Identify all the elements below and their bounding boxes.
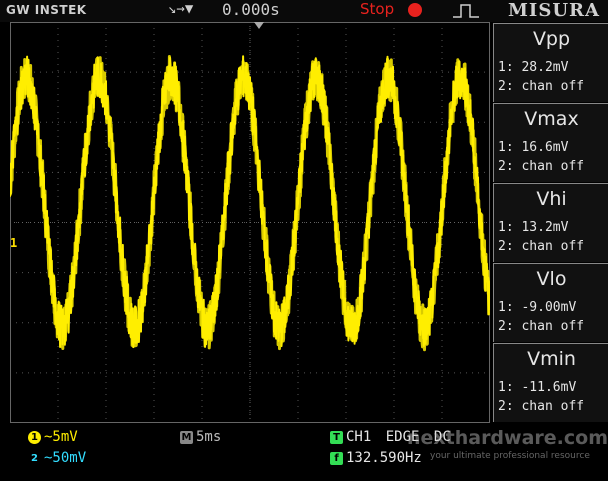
measurement-title: Vlo <box>536 268 567 290</box>
trigger-arrows-icon: ↘→▼ <box>168 1 194 17</box>
ch1-ground-marker[interactable]: 1 <box>10 236 17 250</box>
measurement-title: Vmax <box>524 108 579 130</box>
measurement-ch2-value: 2: chan off <box>498 399 585 414</box>
timebase-label: 5ms <box>196 429 222 445</box>
measurement-ch1-value: 1: 13.2mV <box>498 220 569 235</box>
rising-edge-icon <box>453 4 479 18</box>
timebase-badge-icon: M <box>180 430 193 444</box>
measurement-vhi[interactable]: Vhi 1: 13.2mV 2: chan off <box>493 183 608 262</box>
measurement-vpp[interactable]: Vpp 1: 28.2mV 2: chan off <box>493 23 608 102</box>
measurement-title: Vmin <box>527 348 576 370</box>
measurement-ch2-value: 2: chan off <box>498 239 585 254</box>
stop-indicator-icon <box>408 3 422 17</box>
trigger-position-marker-icon[interactable] <box>254 22 264 29</box>
ch2-badge-icon: 2 <box>28 451 41 465</box>
trigger-badge-icon: T <box>330 430 343 444</box>
horizontal-position-readout: 0.000s <box>222 0 280 19</box>
timebase-scale[interactable]: M 5ms <box>180 429 221 445</box>
measurement-ch2-value: 2: chan off <box>498 319 585 334</box>
graticule <box>10 22 490 423</box>
measurement-vmin[interactable]: Vmin 1: -11.6mV 2: chan off <box>493 343 608 422</box>
run-state-label[interactable]: Stop <box>360 0 394 18</box>
ch2-scale-label: ~50mV <box>44 450 87 466</box>
measure-menu: Vpp 1: 28.2mV 2: chan off Vmax 1: 16.6mV 2: c… <box>493 22 608 423</box>
measurement-ch1-value: 1: 16.6mV <box>498 140 569 155</box>
measurement-ch1-value: 1: 28.2mV <box>498 60 569 75</box>
ch1-scale-label: ~5mV <box>44 429 78 445</box>
waveform-display[interactable]: 1 <box>10 22 501 423</box>
ch1-scale[interactable]: 1 ~5mV <box>28 429 78 445</box>
measurement-ch1-value: 1: -11.6mV <box>498 380 577 395</box>
ch1-badge-icon: 1 <box>28 430 41 444</box>
measurement-title: Vhi <box>536 188 567 210</box>
bottom-status-bar: 1 ~5mV 2 ~50mV M 5ms T CH1 EDGE DC f 132.590H… <box>0 423 608 481</box>
measurement-ch2-value: 2: chan off <box>498 159 585 174</box>
measurement-title: Vpp <box>532 28 571 50</box>
measurement-vlo[interactable]: Vlo 1: -9.00mV 2: chan off <box>493 263 608 342</box>
menu-title: MISURA <box>508 0 600 21</box>
measurement-ch1-value: 1: -9.00mV <box>498 300 577 315</box>
watermark-subtitle: your ultimate professional resource <box>430 451 590 461</box>
brand-logo: GW INSTEK <box>6 3 87 17</box>
measurement-vmax[interactable]: Vmax 1: 16.6mV 2: chan off <box>493 103 608 182</box>
ch2-scale[interactable]: 2 ~50mV <box>28 450 86 466</box>
top-status-bar: GW INSTEK ↘→▼ 0.000s Stop MISURA <box>0 0 608 22</box>
measurement-ch2-value: 2: chan off <box>498 79 585 94</box>
frequency-badge-icon: f <box>330 451 343 465</box>
